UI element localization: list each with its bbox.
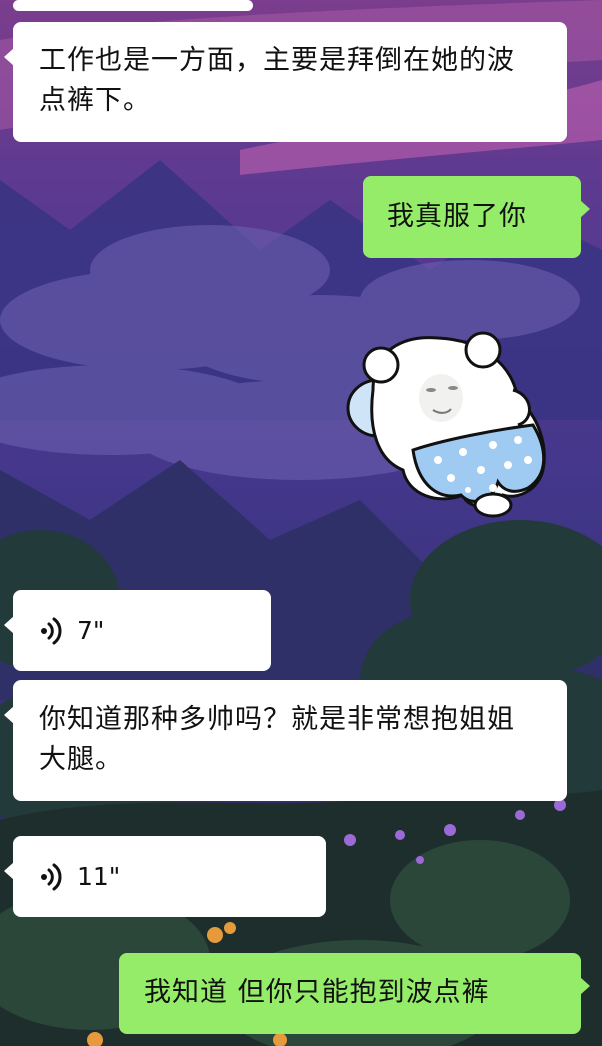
voice-message-bubble[interactable]: 7" — [4, 590, 271, 671]
message-text: 我知道 但你只能抱到波点裤 — [144, 977, 490, 1008]
message-bubble-outgoing[interactable]: 我知道 但你只能抱到波点裤 — [119, 953, 590, 1034]
message-text: 我真服了你 — [387, 201, 527, 232]
message-bubble-incoming[interactable]: 工作也是一方面，主要是拜倒在她的波点裤下。 — [4, 22, 567, 142]
message-text: 你知道那种多帅吗？就是非常想抱姐姐大腿。 — [39, 704, 515, 775]
message-bubble-incoming[interactable]: 你知道那种多帅吗？就是非常想抱姐姐大腿。 — [4, 680, 567, 801]
polar-bear-sticker[interactable] — [343, 330, 558, 522]
message-bubble-outgoing[interactable]: 我真服了你 — [363, 176, 590, 258]
voice-message: 7" — [13, 590, 271, 671]
voice-message: 11" — [13, 836, 326, 917]
message-text: 工作也是一方面，主要是拜倒在她的波点裤下。 — [39, 45, 515, 116]
voice-wave-icon — [41, 617, 62, 644]
voice-message-bubble[interactable]: 11" — [4, 836, 326, 917]
voice-wave-icon — [41, 863, 62, 890]
voice-duration: 11" — [77, 861, 121, 891]
message-bubble-partial[interactable] — [13, 0, 253, 11]
voice-duration: 7" — [77, 615, 105, 645]
